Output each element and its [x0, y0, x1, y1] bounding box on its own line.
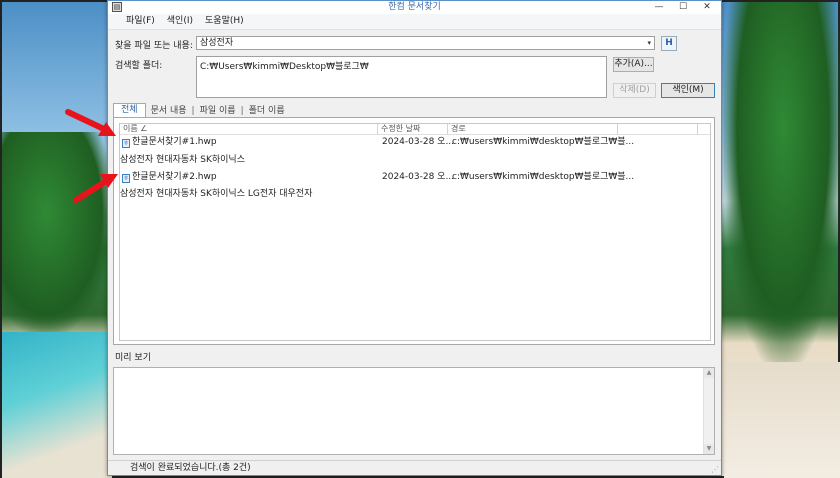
- search-label: 찾을 파일 또는 내용:: [115, 41, 193, 51]
- table-row[interactable]: ㅎ 한글문서찾기#1.hwp 2024-03-28 오... c:₩users₩k…: [120, 136, 710, 148]
- column-header: 이름 ∠ 수정한 날짜 경로: [120, 124, 710, 135]
- preview-scrollbar[interactable]: ▲ ▼: [703, 368, 714, 454]
- status-text: 검색이 완료되었습니다.(총 2건): [130, 463, 251, 473]
- add-button[interactable]: 추가(A)...: [613, 57, 654, 72]
- file-name[interactable]: ㅎ 한글문서찾기#1.hwp: [122, 136, 217, 148]
- scroll-up-icon[interactable]: ▲: [704, 368, 714, 378]
- result-snippet: 삼성전자 현대자동차 SK하이닉스 LG전자 대우전자: [120, 189, 313, 199]
- index-button[interactable]: 색인(M): [661, 83, 715, 98]
- column-extra[interactable]: [618, 124, 698, 135]
- file-name[interactable]: ㅎ 한글문서찾기#2.hwp: [122, 171, 217, 183]
- chevron-down-icon[interactable]: ▾: [647, 37, 651, 49]
- document-finder-window: ▤ 한컴 문서찾기 — ☐ ✕ 파일(F) 색인(I) 도움말(H) 찾을 파일…: [107, 0, 722, 476]
- resize-grip-icon[interactable]: ⋰: [711, 465, 719, 474]
- tab-content[interactable]: 문서 내용: [146, 105, 192, 117]
- red-arrow-1: [65, 109, 116, 136]
- search-icon[interactable]: H: [661, 36, 677, 51]
- search-input[interactable]: 삼성전자 ▾: [196, 36, 655, 50]
- menu-index[interactable]: 색인(I): [161, 14, 199, 29]
- file-path: c:₩users₩kimmi₩desktop₩블로그₩블...: [452, 172, 635, 182]
- maximize-button[interactable]: ☐: [671, 1, 695, 13]
- delete-button[interactable]: 삭제(D): [613, 83, 656, 98]
- title-bar[interactable]: ▤ 한컴 문서찾기 — ☐ ✕: [108, 1, 721, 14]
- palm-tree-right: [724, 2, 840, 362]
- red-arrows-annotation: [65, 109, 118, 203]
- column-path[interactable]: 경로: [448, 124, 618, 135]
- file-path: c:₩users₩kimmi₩desktop₩블로그₩블...: [452, 137, 635, 147]
- folder-label: 검색할 폴더:: [115, 61, 163, 71]
- file-modified: 2024-03-28 오...: [382, 172, 455, 182]
- menu-help[interactable]: 도움말(H): [199, 14, 250, 29]
- preview-label: 미리 보기: [115, 353, 151, 363]
- search-value: 삼성전자: [200, 38, 234, 48]
- column-modified[interactable]: 수정한 날짜: [378, 124, 448, 135]
- minimize-button[interactable]: —: [647, 1, 671, 13]
- tab-folder-name[interactable]: 폴더 이름: [244, 105, 290, 117]
- folder-list[interactable]: C:₩Users₩kimmi₩Desktop₩블로그₩: [196, 56, 607, 98]
- results-panel: 이름 ∠ 수정한 날짜 경로 ㅎ 한글문서찾기#1.hwp 2024-03-28 …: [113, 117, 715, 345]
- menu-bar: 파일(F) 색인(I) 도움말(H): [108, 14, 721, 30]
- window-title: 한컴 문서찾기: [388, 2, 441, 12]
- status-bar: 검색이 완료되었습니다.(총 2건) ⋰: [108, 460, 721, 475]
- folder-path[interactable]: C:₩Users₩kimmi₩Desktop₩블로그₩: [200, 59, 369, 72]
- result-tabs: 전체 문서 내용 | 파일 이름 | 폴더 이름: [113, 103, 290, 117]
- table-row[interactable]: ㅎ 한글문서찾기#2.hwp 2024-03-28 오... c:₩users₩k…: [120, 171, 710, 183]
- file-modified: 2024-03-28 오...: [382, 137, 455, 147]
- column-name[interactable]: 이름 ∠: [120, 124, 378, 135]
- beach-right: [724, 362, 840, 478]
- preview-area[interactable]: ▲ ▼: [113, 367, 715, 455]
- sea: [2, 332, 112, 478]
- menu-file[interactable]: 파일(F): [120, 14, 161, 29]
- results-list[interactable]: 이름 ∠ 수정한 날짜 경로 ㅎ 한글문서찾기#1.hwp 2024-03-28 …: [119, 123, 711, 341]
- tab-file-name[interactable]: 파일 이름: [195, 105, 241, 117]
- result-snippet: 삼성전자 현대자동차 SK하이닉스: [120, 155, 245, 165]
- close-button[interactable]: ✕: [695, 1, 719, 13]
- scroll-down-icon[interactable]: ▼: [704, 444, 714, 454]
- red-arrow-2: [73, 174, 118, 203]
